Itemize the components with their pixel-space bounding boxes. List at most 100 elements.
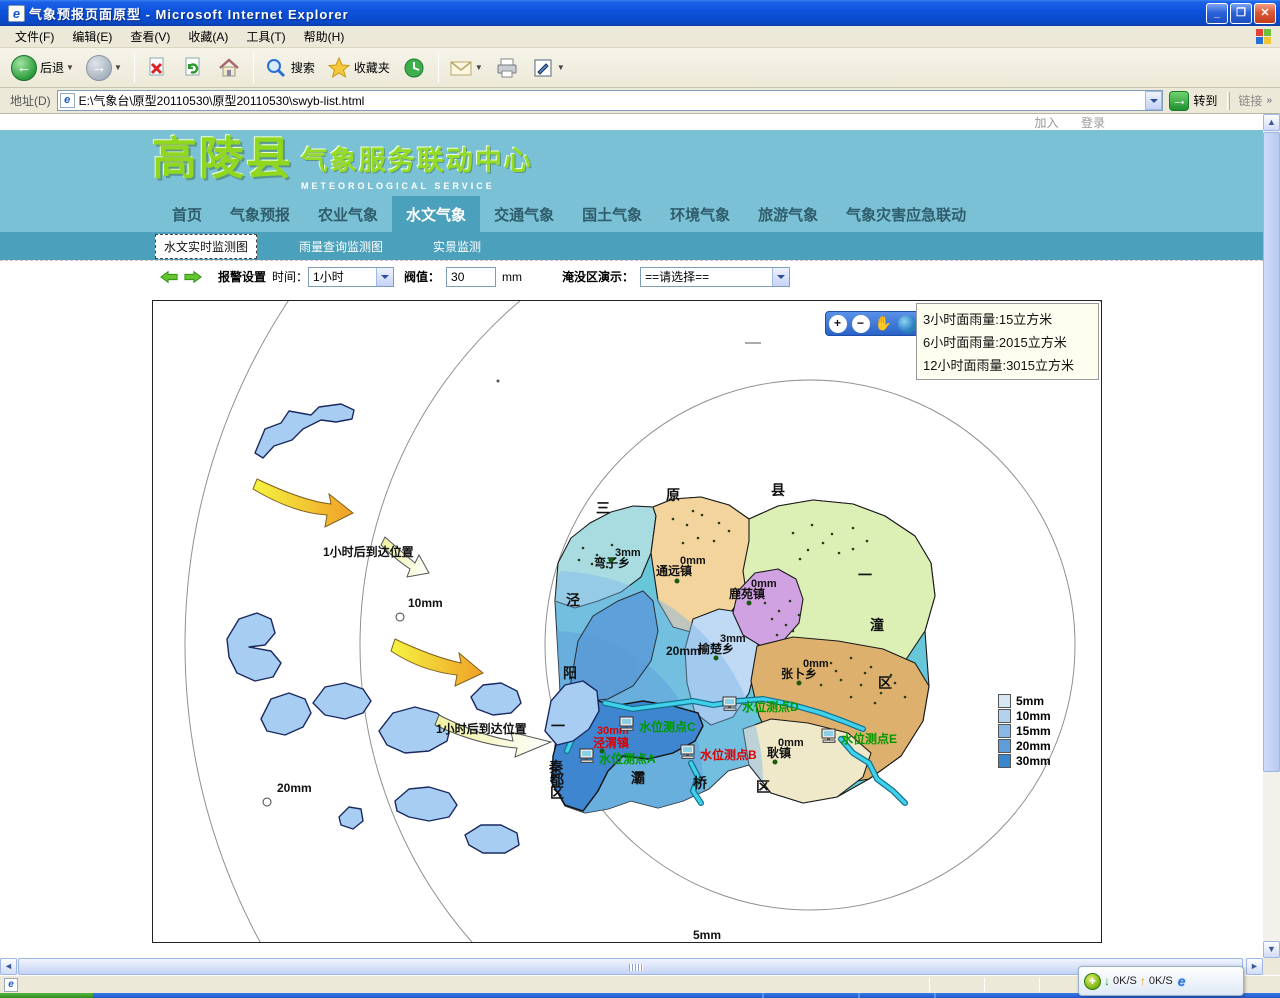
nav-tab-0[interactable]: 首页 (158, 196, 216, 232)
scroll-down-button[interactable]: ▼ (1263, 941, 1280, 958)
history-button[interactable] (397, 53, 431, 83)
start-button-edge[interactable] (0, 993, 93, 998)
favorites-button[interactable]: 收藏夹 (322, 53, 395, 83)
scroll-left-button[interactable]: ◄ (0, 958, 17, 975)
browser-viewport: 加入 登录 高陵县 气象服务联动中心 METEOROLOGICAL SERVIC… (0, 114, 1280, 958)
arrival-position-label: 1小时后到达位置 (436, 721, 527, 736)
time-select-arrow[interactable] (376, 268, 393, 286)
pan-hand-icon[interactable]: ✋ (875, 315, 893, 333)
rainfall-3h: 3小时面雨量:15立方米 (923, 309, 1092, 328)
speed-monitor-icon: + (1084, 973, 1101, 990)
prev-arrow-icon[interactable] (160, 270, 178, 284)
station-label[interactable]: 水位测点B (700, 747, 757, 762)
nav-tab-1[interactable]: 气象预报 (216, 196, 304, 232)
legend-item: 15mm (998, 723, 1051, 738)
subnav-tab-2[interactable]: 实景监测 (425, 235, 489, 258)
top-links: 加入 登录 (0, 114, 1263, 130)
search-button[interactable]: 搜索 (259, 53, 320, 83)
threshold-input[interactable]: 30 (446, 267, 496, 287)
nav-tab-6[interactable]: 环境气象 (656, 196, 744, 232)
threshold-label: 阀值： (404, 268, 440, 285)
nav-tab-5[interactable]: 国土气象 (568, 196, 656, 232)
legend-label: 5mm (1016, 694, 1044, 708)
flood-select[interactable]: ==请选择== (640, 267, 790, 287)
close-button[interactable]: ✕ (1254, 3, 1276, 24)
links-separator (1227, 92, 1230, 110)
town-rainfall-value: 3mm (720, 633, 746, 645)
vertical-scrollbar[interactable]: ▲ ▼ (1263, 114, 1280, 958)
go-button[interactable]: → 转到 (1169, 91, 1217, 111)
vertical-scroll-thumb[interactable] (1263, 132, 1280, 772)
toolbar-separator (134, 53, 135, 83)
stop-button[interactable] (140, 53, 174, 83)
history-icon (402, 56, 426, 80)
zoom-in-icon[interactable]: + (829, 315, 847, 333)
nav-tab-3[interactable]: 水文气象 (392, 196, 480, 232)
nav-tab-8[interactable]: 气象灾害应急联动 (832, 196, 980, 232)
refresh-icon (181, 56, 205, 80)
station-computer-icon[interactable] (681, 745, 694, 759)
map-toolbar: + − ✋ (825, 311, 919, 336)
next-arrow-icon[interactable] (184, 270, 202, 284)
download-arrow-icon: ↓ (1104, 974, 1110, 988)
globe-icon[interactable] (898, 315, 916, 333)
legend-label: 15mm (1016, 724, 1051, 738)
flood-select-arrow[interactable] (772, 268, 789, 286)
scroll-up-button[interactable]: ▲ (1263, 114, 1280, 131)
menu-favorites[interactable]: 收藏(A) (179, 26, 237, 47)
station-label[interactable]: 水位测点C (639, 719, 696, 734)
network-speed-widget[interactable]: + ↓ 0K/S ↑ 0K/S e (1078, 966, 1244, 996)
nav-tab-2[interactable]: 农业气象 (304, 196, 392, 232)
minimize-button[interactable]: _ (1206, 3, 1228, 24)
menu-tools[interactable]: 工具(T) (237, 26, 294, 47)
home-button[interactable] (212, 53, 246, 83)
rainfall-12h: 12小时面雨量:3015立方米 (923, 355, 1092, 374)
links-chevron-icon[interactable]: » (1266, 95, 1272, 106)
subnav-tab-1[interactable]: 雨量查询监测图 (291, 235, 391, 258)
menu-edit[interactable]: 编辑(E) (63, 26, 121, 47)
address-bar: 地址(D) e E:\气象台\原型20110530\原型20110530\swy… (0, 88, 1280, 114)
nav-tab-7[interactable]: 旅游气象 (744, 196, 832, 232)
back-button[interactable]: ← 后退▼ (6, 52, 79, 84)
map-district-label: 灞 (631, 770, 645, 786)
zoom-out-icon[interactable]: − (852, 315, 870, 333)
nav-tab-4[interactable]: 交通气象 (480, 196, 568, 232)
join-link[interactable]: 加入 (1035, 116, 1059, 130)
ie-app-icon: e (8, 5, 25, 22)
login-link[interactable]: 登录 (1081, 116, 1105, 130)
ring-value-label: 10mm (408, 596, 443, 610)
legend-item: 20mm (998, 738, 1051, 753)
time-select[interactable]: 1小时 (308, 267, 394, 287)
edit-button[interactable]: ▼ (526, 53, 570, 83)
scroll-corner (1263, 958, 1280, 975)
monitoring-map[interactable]: 三原县泾阳一一潼区秦都区灞桥区10mm20mm20mm5mm弯子乡3mm通远镇0… (152, 300, 1102, 943)
horizontal-scroll-thumb[interactable] (18, 958, 1243, 975)
mail-button[interactable]: ▼ (444, 53, 488, 83)
address-dropdown[interactable] (1145, 91, 1162, 110)
station-computer-icon[interactable] (822, 729, 835, 743)
scroll-right-button[interactable]: ► (1246, 958, 1263, 975)
links-label[interactable]: 链接 (1238, 92, 1262, 109)
download-speed: 0K/S (1113, 975, 1137, 987)
refresh-button[interactable] (176, 53, 210, 83)
menu-view[interactable]: 查看(V) (121, 26, 179, 47)
station-computer-icon[interactable] (580, 749, 593, 763)
legend-swatch (998, 709, 1011, 723)
menu-file[interactable]: 文件(F) (6, 26, 63, 47)
station-label[interactable]: 水位测点A (599, 751, 656, 766)
edit-icon (531, 56, 555, 80)
station-computer-icon[interactable] (723, 697, 736, 711)
address-input[interactable]: e E:\气象台\原型20110530\原型20110530\swyb-list… (57, 90, 1164, 111)
station-label[interactable]: 水位测点E (841, 731, 897, 746)
map-district-label: 区 (878, 675, 892, 691)
subnav-tab-0[interactable]: 水文实时监测图 (155, 234, 257, 259)
map-district-label: 区 (550, 785, 564, 801)
menu-help[interactable]: 帮助(H) (295, 26, 354, 47)
forward-button[interactable]: →▼ (81, 52, 127, 84)
restore-button[interactable]: ❐ (1230, 3, 1252, 24)
alarm-settings-label: 报警设置 (218, 268, 266, 285)
print-button[interactable] (490, 53, 524, 83)
station-computer-icon[interactable] (620, 717, 633, 731)
map-canvas[interactable]: 三原县泾阳一一潼区秦都区灞桥区10mm20mm20mm5mm弯子乡3mm通远镇0… (153, 301, 1101, 942)
station-label[interactable]: 水位测点D (742, 699, 799, 714)
